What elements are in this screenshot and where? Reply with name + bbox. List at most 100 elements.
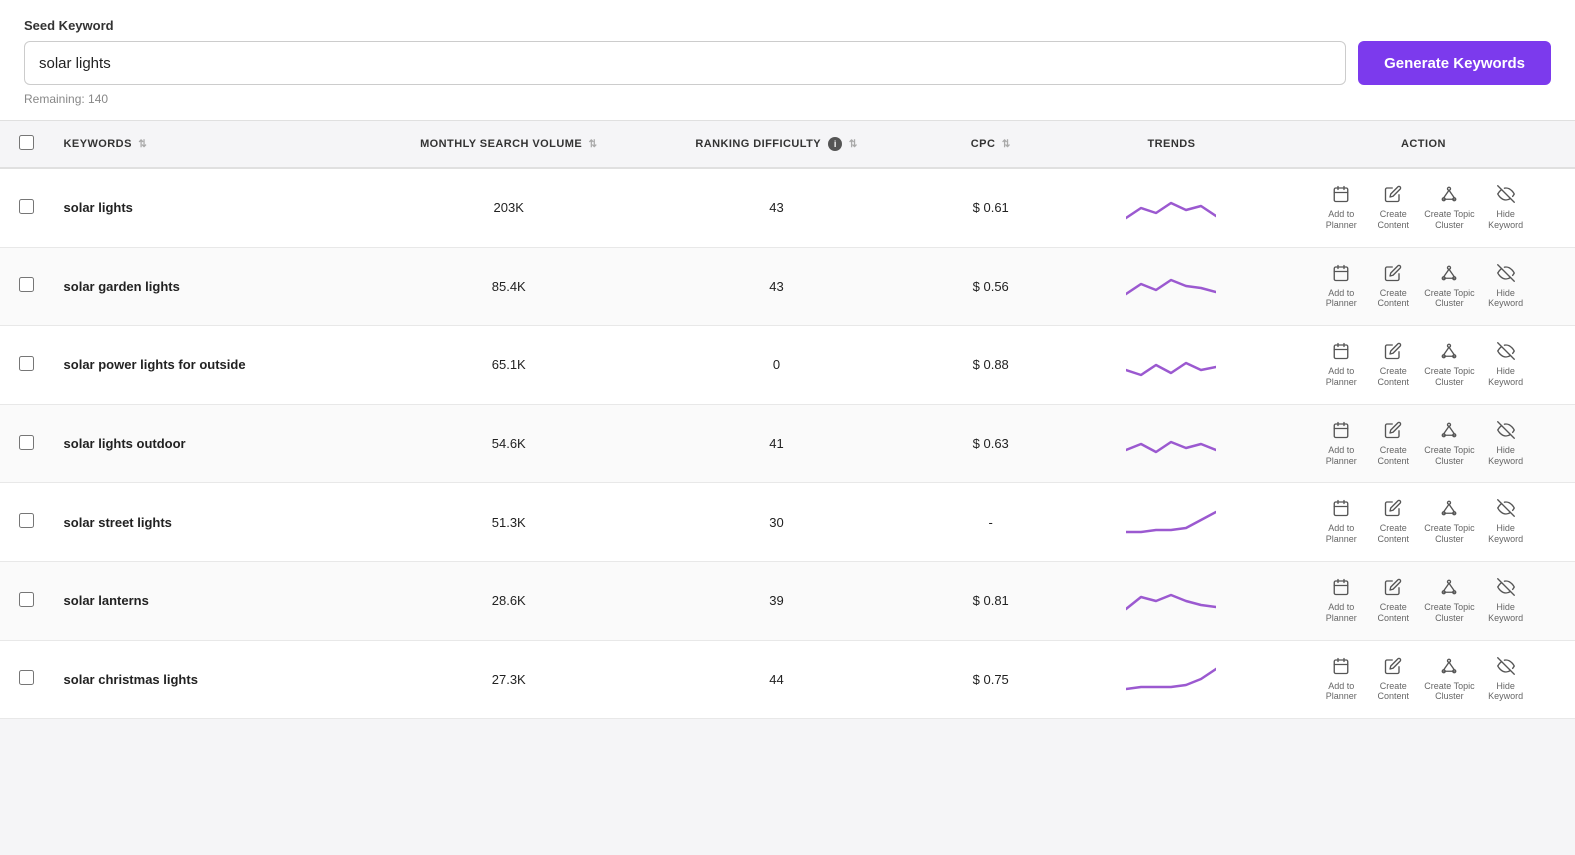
hide-keyword-icon (1497, 421, 1515, 442)
create-content-button[interactable]: CreateContent (1372, 578, 1414, 624)
create-content-button[interactable]: CreateContent (1372, 185, 1414, 231)
create-content-label: CreateContent (1377, 366, 1409, 388)
create-content-button[interactable]: CreateContent (1372, 342, 1414, 388)
row-checkbox[interactable] (19, 435, 34, 450)
seed-input[interactable] (24, 41, 1346, 85)
row-checkbox-cell[interactable] (0, 404, 54, 483)
create-topic-cluster-label: Create TopicCluster (1424, 366, 1474, 388)
row-checkbox-cell[interactable] (0, 640, 54, 719)
rd-cell: 43 (643, 168, 911, 247)
hide-keyword-button[interactable]: HideKeyword (1485, 578, 1527, 624)
col-header-cpc[interactable]: CPC ⇅ (910, 121, 1071, 168)
row-checkbox-cell[interactable] (0, 168, 54, 247)
hide-keyword-button[interactable]: HideKeyword (1485, 185, 1527, 231)
create-topic-cluster-label: Create TopicCluster (1424, 209, 1474, 231)
msv-sort-icon: ⇅ (589, 139, 598, 150)
select-all-checkbox[interactable] (19, 135, 34, 150)
create-content-label: CreateContent (1377, 602, 1409, 624)
add-to-planner-button[interactable]: Add toPlanner (1320, 342, 1362, 388)
row-checkbox-cell[interactable] (0, 247, 54, 326)
trends-cell (1071, 168, 1272, 247)
add-to-planner-button[interactable]: Add toPlanner (1320, 421, 1362, 467)
create-topic-cluster-button[interactable]: Create TopicCluster (1424, 499, 1474, 545)
row-checkbox[interactable] (19, 513, 34, 528)
row-checkbox-cell[interactable] (0, 326, 54, 405)
cpc-sort-icon: ⇅ (1002, 139, 1011, 150)
trend-sparkline (1126, 581, 1216, 621)
create-content-label: CreateContent (1377, 209, 1409, 231)
add-to-planner-button[interactable]: Add toPlanner (1320, 264, 1362, 310)
trends-cell (1071, 404, 1272, 483)
rd-cell: 41 (643, 404, 911, 483)
create-topic-cluster-button[interactable]: Create TopicCluster (1424, 421, 1474, 467)
add-to-planner-button[interactable]: Add toPlanner (1320, 657, 1362, 703)
add-to-planner-label: Add toPlanner (1326, 288, 1357, 310)
create-topic-cluster-button[interactable]: Create TopicCluster (1424, 264, 1474, 310)
create-topic-cluster-button[interactable]: Create TopicCluster (1424, 185, 1474, 231)
create-topic-cluster-icon (1440, 264, 1458, 285)
action-cell: Add toPlanner CreateContent Create Topic… (1272, 247, 1575, 326)
generate-keywords-button[interactable]: Generate Keywords (1358, 41, 1551, 85)
msv-cell: 27.3K (375, 640, 643, 719)
hide-keyword-button[interactable]: HideKeyword (1485, 342, 1527, 388)
create-content-button[interactable]: CreateContent (1372, 657, 1414, 703)
msv-cell: 28.6K (375, 561, 643, 640)
action-cell: Add toPlanner CreateContent Create Topic… (1272, 483, 1575, 562)
create-topic-cluster-label: Create TopicCluster (1424, 288, 1474, 310)
trend-sparkline (1126, 188, 1216, 228)
col-header-keywords[interactable]: KEYWORDS ⇅ (54, 121, 375, 168)
table-row: solar christmas lights27.3K44$ 0.75 Add … (0, 640, 1575, 719)
create-topic-cluster-button[interactable]: Create TopicCluster (1424, 342, 1474, 388)
msv-cell: 54.6K (375, 404, 643, 483)
action-group: Add toPlanner CreateContent Create Topic… (1282, 657, 1565, 703)
cpc-cell: $ 0.81 (910, 561, 1071, 640)
seed-row: Generate Keywords (24, 41, 1551, 85)
create-topic-cluster-label: Create TopicCluster (1424, 523, 1474, 545)
row-checkbox-cell[interactable] (0, 483, 54, 562)
remaining-count: Remaining: 140 (24, 92, 1551, 106)
row-checkbox-cell[interactable] (0, 561, 54, 640)
create-content-button[interactable]: CreateContent (1372, 421, 1414, 467)
hide-keyword-label: HideKeyword (1488, 445, 1523, 467)
table-row: solar lights outdoor54.6K41$ 0.63 Add to… (0, 404, 1575, 483)
create-topic-cluster-button[interactable]: Create TopicCluster (1424, 657, 1474, 703)
keyword-cell: solar street lights (54, 483, 375, 562)
table-header-row: KEYWORDS ⇅ MONTHLY SEARCH VOLUME ⇅ RANKI… (0, 121, 1575, 168)
add-to-planner-icon (1332, 264, 1350, 285)
add-to-planner-button[interactable]: Add toPlanner (1320, 185, 1362, 231)
hide-keyword-button[interactable]: HideKeyword (1485, 421, 1527, 467)
add-to-planner-button[interactable]: Add toPlanner (1320, 578, 1362, 624)
create-topic-cluster-icon (1440, 342, 1458, 363)
hide-keyword-label: HideKeyword (1488, 366, 1523, 388)
create-topic-cluster-label: Create TopicCluster (1424, 602, 1474, 624)
table-row: solar street lights51.3K30- Add toPlanne… (0, 483, 1575, 562)
add-to-planner-button[interactable]: Add toPlanner (1320, 499, 1362, 545)
row-checkbox[interactable] (19, 670, 34, 685)
hide-keyword-button[interactable]: HideKeyword (1485, 499, 1527, 545)
select-all-header[interactable] (0, 121, 54, 168)
trend-sparkline (1126, 424, 1216, 464)
action-group: Add toPlanner CreateContent Create Topic… (1282, 421, 1565, 467)
col-header-msv[interactable]: MONTHLY SEARCH VOLUME ⇅ (375, 121, 643, 168)
create-topic-cluster-button[interactable]: Create TopicCluster (1424, 578, 1474, 624)
create-content-label: CreateContent (1377, 681, 1409, 703)
action-cell: Add toPlanner CreateContent Create Topic… (1272, 640, 1575, 719)
trends-cell (1071, 326, 1272, 405)
hide-keyword-label: HideKeyword (1488, 209, 1523, 231)
row-checkbox[interactable] (19, 592, 34, 607)
create-content-button[interactable]: CreateContent (1372, 499, 1414, 545)
add-to-planner-icon (1332, 499, 1350, 520)
action-group: Add toPlanner CreateContent Create Topic… (1282, 578, 1565, 624)
create-topic-cluster-icon (1440, 185, 1458, 206)
rd-info-icon: i (828, 137, 842, 151)
hide-keyword-button[interactable]: HideKeyword (1485, 264, 1527, 310)
col-header-rd[interactable]: RANKING DIFFICULTY i ⇅ (643, 121, 911, 168)
hide-keyword-button[interactable]: HideKeyword (1485, 657, 1527, 703)
row-checkbox[interactable] (19, 277, 34, 292)
create-content-button[interactable]: CreateContent (1372, 264, 1414, 310)
trend-sparkline (1126, 345, 1216, 385)
cpc-cell: $ 0.88 (910, 326, 1071, 405)
create-content-icon (1384, 264, 1402, 285)
row-checkbox[interactable] (19, 199, 34, 214)
row-checkbox[interactable] (19, 356, 34, 371)
